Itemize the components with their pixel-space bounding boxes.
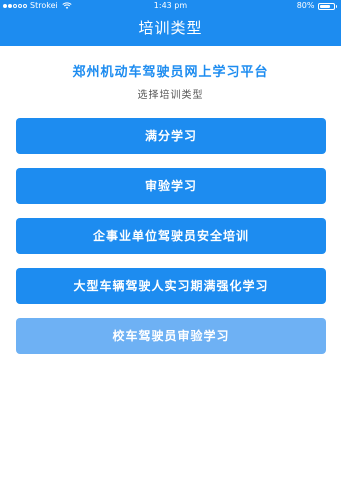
enterprise-safety-training-button[interactable]: 企事业单位驾驶员安全培训 xyxy=(16,218,326,254)
full-score-study-button[interactable]: 满分学习 xyxy=(16,118,326,154)
status-right: 80% xyxy=(297,0,337,12)
school-bus-driver-audit-button[interactable]: 校车驾驶员审验学习 xyxy=(16,318,326,354)
screen: Strokei 1:43 pm 80% 培训类型 郑州机动车驾驶员网上学习平台 … xyxy=(0,0,341,491)
platform-heading: 郑州机动车驾驶员网上学习平台 xyxy=(72,65,269,80)
page-title: 培训类型 xyxy=(138,19,203,37)
status-bar: Strokei 1:43 pm 80% xyxy=(0,0,341,12)
large-vehicle-intern-study-button[interactable]: 大型车辆驾驶人实习期满强化学习 xyxy=(16,268,326,304)
battery-tip xyxy=(335,4,337,8)
status-time: 1:43 pm xyxy=(153,1,188,10)
select-type-subheading: 选择培训类型 xyxy=(137,90,204,101)
battery-icon xyxy=(317,2,335,10)
battery-percent: 80% xyxy=(296,1,315,10)
audit-study-button[interactable]: 审验学习 xyxy=(16,168,326,204)
training-type-list: 满分学习 审验学习 企事业单位驾驶员安全培训 大型车辆驾驶人实习期满强化学习 校… xyxy=(16,118,326,368)
header: Strokei 1:43 pm 80% 培训类型 xyxy=(0,0,341,46)
